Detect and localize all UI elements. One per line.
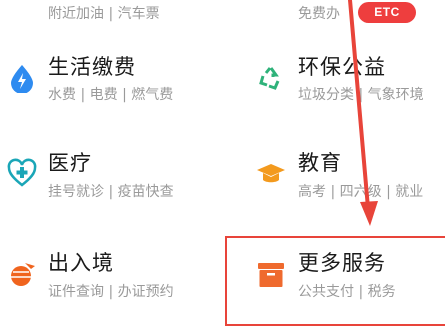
annotation-arrow bbox=[348, 0, 378, 226]
